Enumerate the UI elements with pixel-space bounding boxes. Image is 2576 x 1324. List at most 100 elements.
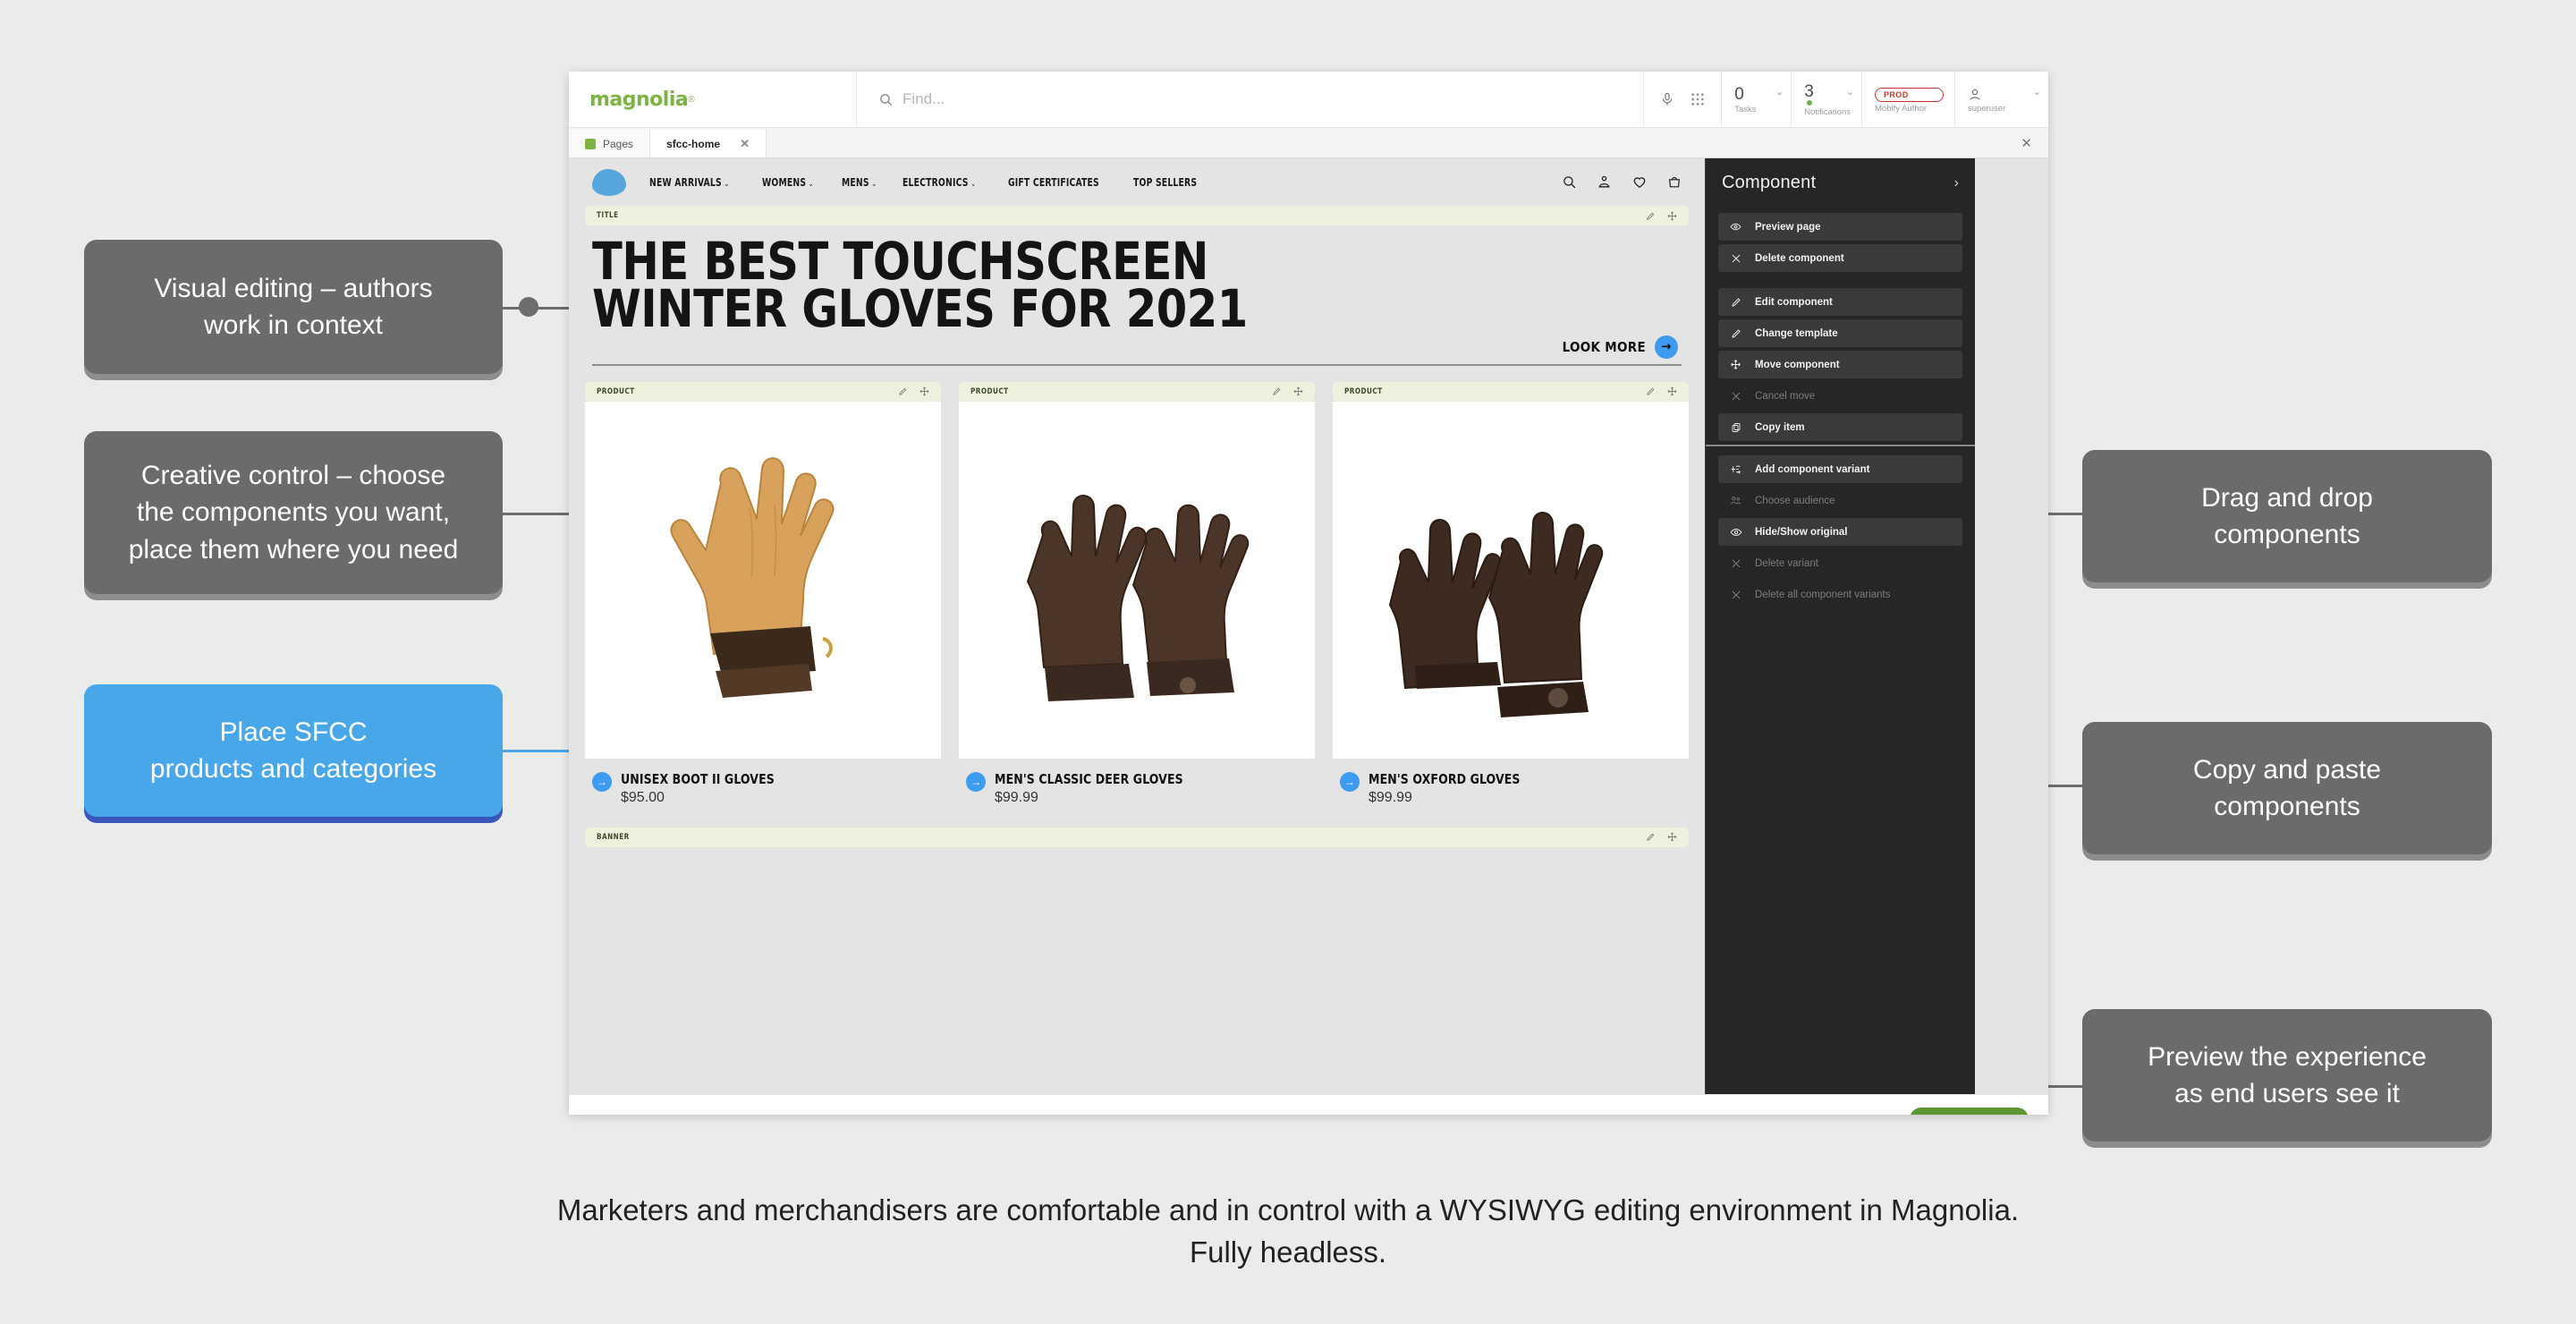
cart-bag-icon[interactable] [1667,174,1682,190]
nav-womens[interactable]: WOMENS ⌄ [762,176,814,189]
global-search[interactable]: Find... [857,72,1645,127]
chevron-down-icon: ⌄ [808,179,814,189]
nav-electronics[interactable]: ELECTRONICS ⌄ [902,176,976,189]
close-x-icon [1729,391,1742,402]
panel-item-edit-component[interactable]: Edit component [1718,288,1962,316]
account-icon[interactable] [1597,174,1612,190]
panel-item-delete-component-label: Delete component [1755,252,1844,264]
product-name: MEN'S OXFORD GLOVES [1368,770,1521,787]
notifications-menu[interactable]: 3 Notifications ⌄ [1792,72,1862,127]
component-bar-banner-label: BANNER [597,832,630,842]
nav-mens[interactable]: MENS ⌄ [842,176,877,189]
product-card[interactable]: PRODUCT [585,381,941,806]
panel-item-change-template-label: Change template [1755,327,1838,339]
close-x-icon [1729,590,1742,600]
product-image [959,401,1315,759]
chevron-right-icon[interactable]: › [1954,175,1959,191]
component-bar-banner-actions [1646,832,1677,842]
component-bar-product-1-label: PRODUCT [597,386,635,396]
arrow-right-icon[interactable]: → [966,771,986,792]
tab-pages[interactable]: Pages [569,130,651,157]
app-tabstrip: Pages sfcc-home ✕ ✕ [569,128,2048,158]
component-bar-banner[interactable]: BANNER [585,827,1689,847]
panel-item-delete-component[interactable]: Delete component [1718,244,1962,272]
pencil-icon[interactable] [898,386,908,396]
panel-item-hide-show-original[interactable]: Hide/Show original [1718,518,1962,546]
callout-place-sfcc-text: Place SFCC products and categories [149,717,437,784]
panel-item-copy-item[interactable]: Copy item [1718,413,1962,441]
magnolia-logo[interactable]: magnolia ® [569,72,857,127]
nav-gift-certificates[interactable]: GIFT CERTIFICATES [1008,176,1099,189]
close-x-icon [1729,558,1742,569]
component-bar-title-label: TITLE [597,211,619,220]
tasks-count: 0 [1734,84,1744,104]
pencil-icon[interactable] [1272,386,1282,396]
component-bar-product-3[interactable]: PRODUCT [1333,381,1689,402]
pencil-icon[interactable] [1646,386,1656,396]
close-icon[interactable]: ✕ [740,137,750,151]
product-card[interactable]: PRODUCT [959,381,1315,806]
panel-item-preview-page[interactable]: Preview page [1718,213,1962,241]
nav-womens-label: WOMENS [762,175,807,189]
arrow-right-icon[interactable]: → [1340,771,1360,792]
move-arrows-icon [1729,359,1742,370]
close-page-editor-icon[interactable]: ✕ [2021,135,2032,151]
close-x-icon [1729,253,1742,264]
pencil-icon[interactable] [1646,211,1656,221]
wishlist-heart-icon[interactable] [1631,174,1648,190]
chevron-down-icon: ⌄ [1775,87,1784,98]
slide-canvas: Visual editing – authors work in context… [0,0,2576,1324]
panel-item-move-component[interactable]: Move component [1718,351,1962,378]
panel-item-add-component-variant[interactable]: Add component variant [1718,455,1962,483]
storefront-nav-links: NEW ARRIVALS ⌄ WOMENS ⌄ MENS ⌄ ELECTRONICS ⌄… [649,176,1208,189]
product-price: $99.99 [995,789,1038,805]
move-arrows-icon[interactable] [1293,386,1303,396]
nav-new-arrivals-label: NEW ARRIVALS [649,175,722,189]
storefront-navbar: NEW ARRIVALS ⌄ WOMENS ⌄ MENS ⌄ ELECTRONICS ⌄… [569,158,1705,206]
component-bar-product-2[interactable]: PRODUCT [959,381,1315,402]
component-bar-product-2-label: PRODUCT [970,386,1009,396]
eye-icon [1924,1113,1936,1115]
panel-item-choose-audience-label: Choose audience [1755,495,1835,506]
nav-mens-label: MENS [842,175,869,189]
user-menu[interactable]: superuser ⌄ [1955,72,2048,127]
microphone-icon[interactable] [1660,91,1674,107]
product-image [1333,401,1689,759]
hero-section: THE BEST TOUCHSCREEN WINTER GLOVES FOR 2… [569,225,1705,366]
tab-sfcc-home-label: sfcc-home [666,137,721,150]
nav-top-sellers[interactable]: TOP SELLERS [1133,176,1197,189]
product-price: $99.99 [1368,789,1412,805]
arrow-right-icon: → [1655,335,1678,359]
arrow-right-icon[interactable]: → [592,771,612,792]
tab-sfcc-home[interactable]: sfcc-home ✕ [650,130,767,157]
environment-indicator[interactable]: PROD Mobify Author [1862,72,1955,127]
move-arrows-icon[interactable] [1667,386,1677,396]
panel-item-preview-page-label: Preview page [1755,221,1821,233]
add-variant-icon [1729,463,1742,475]
component-bar-title[interactable]: TITLE [585,206,1689,225]
tan-leather-gloves-image [615,428,911,733]
page-path: SFCC-HOME - /sfcc-home [1768,1113,1895,1116]
nav-new-arrivals[interactable]: NEW ARRIVALS ⌄ [649,176,729,189]
panel-item-change-template[interactable]: Change template [1718,319,1962,347]
panel-group-component-actions: Edit component Change template Move comp… [1706,288,1975,441]
app-grid-icon[interactable] [1690,92,1705,106]
component-bar-product-1[interactable]: PRODUCT [585,381,941,402]
search-icon[interactable] [1562,174,1577,190]
preview-in-tab-button[interactable]: Preview in tab [1910,1107,2029,1115]
tasks-menu[interactable]: 0 Tasks ⌄ [1722,72,1792,127]
panel-item-move-component-label: Move component [1755,359,1840,370]
environment-label: Mobify Author [1875,103,1928,114]
component-action-panel: Component › Preview page Delete componen… [1705,158,1975,1094]
pencil-icon[interactable] [1646,832,1656,842]
panel-item-edit-component-label: Edit component [1755,296,1833,308]
move-arrows-icon[interactable] [919,386,929,396]
product-meta: → MEN'S OXFORD GLOVES $99.99 [1333,759,1689,806]
move-arrows-icon[interactable] [1667,211,1677,221]
product-card[interactable]: PRODUCT [1333,381,1689,806]
user-name: superuser [1968,103,2006,114]
panel-item-hide-show-original-label: Hide/Show original [1755,526,1848,538]
panel-group-variant-actions: Add component variant Choose audience Hi… [1706,445,1975,608]
storefront-logo-icon[interactable] [592,168,626,196]
move-arrows-icon[interactable] [1667,832,1677,842]
